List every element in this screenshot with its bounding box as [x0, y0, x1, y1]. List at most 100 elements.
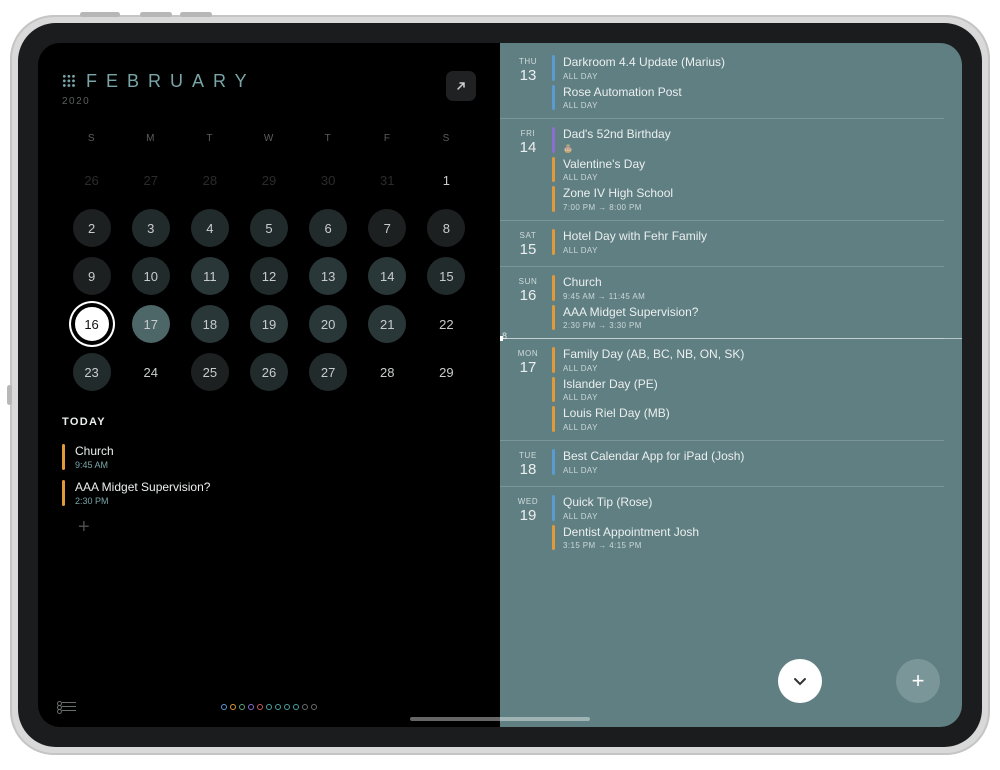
calendar-day[interactable]: 18 — [191, 305, 229, 343]
agenda-day-label[interactable]: THU13 — [512, 55, 544, 110]
calendar-day[interactable]: 6 — [309, 209, 347, 247]
event-color-bar — [552, 495, 555, 521]
add-today-event-button[interactable]: + — [78, 516, 476, 539]
event-title: Church — [75, 444, 114, 458]
calendar-day[interactable]: 26 — [250, 353, 288, 391]
agenda-event[interactable]: Dentist Appointment Josh3:15 PM → 4:15 P… — [552, 525, 944, 551]
calendar-day[interactable]: 20 — [309, 305, 347, 343]
agenda-event[interactable]: Quick Tip (Rose)ALL DAY — [552, 495, 944, 521]
agenda-event[interactable]: Dad's 52nd Birthday🎂 — [552, 127, 944, 153]
agenda-event[interactable]: Islander Day (PE)ALL DAY — [552, 377, 944, 403]
event-time: 2:30 PM — [75, 496, 210, 506]
agenda-event[interactable]: Darkroom 4.4 Update (Marius)ALL DAY — [552, 55, 944, 81]
agenda-day-label[interactable]: WED19 — [512, 495, 544, 550]
agenda-daynum: 13 — [512, 67, 544, 84]
event-title: Church — [563, 275, 645, 291]
agenda-event[interactable]: Louis Riel Day (MB)ALL DAY — [552, 406, 944, 432]
month-title[interactable]: FEBRUARY — [62, 71, 256, 92]
list-view-button[interactable] — [62, 702, 76, 711]
agenda-day-label[interactable]: TUE18 — [512, 449, 544, 478]
agenda-event[interactable]: Zone IV High School7:00 PM → 8:00 PM — [552, 186, 944, 212]
calendar-day[interactable]: 2 — [73, 209, 111, 247]
calendar-day[interactable]: 1 — [427, 161, 465, 199]
calendar-day[interactable]: 30 — [309, 161, 347, 199]
agenda-event[interactable]: Best Calendar App for iPad (Josh)ALL DAY — [552, 449, 944, 475]
agenda-day-label[interactable]: MON17 — [512, 347, 544, 432]
agenda-weekday: TUE — [512, 451, 544, 460]
calendar-day[interactable]: 4 — [191, 209, 229, 247]
event-subtitle: ALL DAY — [563, 173, 645, 182]
home-indicator[interactable] — [410, 717, 590, 721]
agenda-day-label[interactable]: SUN16 — [512, 275, 544, 330]
today-event[interactable]: Church 9:45 AM — [62, 444, 476, 470]
agenda-day-group: THU13 Darkroom 4.4 Update (Marius)ALL DAY… — [500, 43, 944, 118]
calendar-day[interactable]: 21 — [368, 305, 406, 343]
calendar-day[interactable]: 3 — [132, 209, 170, 247]
calendar-filter-dots[interactable] — [221, 704, 317, 710]
calendar-day[interactable]: 15 — [427, 257, 465, 295]
expand-button[interactable] — [446, 71, 476, 101]
event-time: 9:45 AM — [75, 460, 114, 470]
calendar-day[interactable]: 5 — [250, 209, 288, 247]
event-color-bar — [62, 480, 65, 506]
agenda-event-list: Family Day (AB, BC, NB, ON, SK)ALL DAY Is… — [552, 347, 944, 432]
power-button — [80, 12, 120, 17]
agenda-event[interactable]: AAA Midget Supervision?2:30 PM → 3:30 PM — [552, 305, 944, 331]
agenda-day-label[interactable]: SAT15 — [512, 229, 544, 258]
calendar-day[interactable]: 25 — [191, 353, 229, 391]
calendar-day[interactable]: 19 — [250, 305, 288, 343]
weekday-cell: T — [180, 133, 239, 144]
calendar-day[interactable]: 12 — [250, 257, 288, 295]
calendar-day[interactable]: 24 — [132, 353, 170, 391]
today-heading: TODAY — [62, 416, 476, 428]
calendar-day[interactable]: 13 — [309, 257, 347, 295]
chevron-down-icon — [792, 673, 808, 689]
weekday-cell: M — [121, 133, 180, 144]
calendar-day[interactable]: 29 — [427, 353, 465, 391]
calendar-day[interactable]: 22 — [427, 305, 465, 343]
weekday-cell: T — [299, 133, 358, 144]
agenda-event[interactable]: Church9:45 AM → 11:45 AM — [552, 275, 944, 301]
left-footer — [62, 690, 476, 711]
agenda-event[interactable]: Rose Automation PostALL DAY — [552, 85, 944, 111]
event-color-bar — [552, 186, 555, 212]
calendar-day[interactable]: 31 — [368, 161, 406, 199]
calendar-day[interactable]: 27 — [309, 353, 347, 391]
calendar-day[interactable]: 26 — [73, 161, 111, 199]
calendar-day[interactable]: 27 — [132, 161, 170, 199]
agenda-scroll[interactable]: THU13 Darkroom 4.4 Update (Marius)ALL DAY… — [500, 43, 962, 727]
calendar-day[interactable]: 14 — [368, 257, 406, 295]
add-event-button[interactable]: + — [896, 659, 940, 703]
calendar-day[interactable]: 17 — [132, 305, 170, 343]
calendar-day[interactable]: 9 — [73, 257, 111, 295]
volume-down-button — [180, 12, 212, 17]
calendar-day[interactable]: 11 — [191, 257, 229, 295]
agenda-event[interactable]: Family Day (AB, BC, NB, ON, SK)ALL DAY — [552, 347, 944, 373]
agenda-daynum: 16 — [512, 287, 544, 304]
calendar-day[interactable]: 28 — [191, 161, 229, 199]
agenda-weekday: SUN — [512, 277, 544, 286]
today-section: TODAY Church 9:45 AM AAA Midget Supervisio… — [62, 416, 476, 539]
agenda-daynum: 17 — [512, 359, 544, 376]
event-subtitle: ALL DAY — [563, 364, 744, 373]
calendar-day[interactable]: 8 — [427, 209, 465, 247]
calendar-day[interactable]: 16 — [73, 305, 111, 343]
agenda-event[interactable]: Hotel Day with Fehr FamilyALL DAY — [552, 229, 944, 255]
calendar-day[interactable]: 28 — [368, 353, 406, 391]
today-event[interactable]: AAA Midget Supervision?2:30 PM — [62, 480, 476, 506]
agenda-event[interactable]: Valentine's DayALL DAY — [552, 157, 944, 183]
agenda-event-list: Hotel Day with Fehr FamilyALL DAY — [552, 229, 944, 258]
agenda-event-list: Church9:45 AM → 11:45 AM AAA Midget Super… — [552, 275, 944, 330]
calendar-day[interactable]: 7 — [368, 209, 406, 247]
agenda-day-label[interactable]: FRI14 — [512, 127, 544, 212]
calendar-day[interactable]: 10 — [132, 257, 170, 295]
event-subtitle: 3:15 PM → 4:15 PM — [563, 541, 699, 550]
event-subtitle: ALL DAY — [563, 466, 744, 475]
scroll-down-button[interactable] — [778, 659, 822, 703]
calendar-day[interactable]: 23 — [73, 353, 111, 391]
agenda-day-group: SUN16 Church9:45 AM → 11:45 AM AAA Midget … — [500, 266, 944, 338]
ipad-frame: FEBRUARY 2020 SMTWTFS 262728293031123456… — [10, 15, 990, 755]
agenda-weekday: THU — [512, 57, 544, 66]
calendar-day[interactable]: 29 — [250, 161, 288, 199]
agenda-pane[interactable]: THU13 Darkroom 4.4 Update (Marius)ALL DAY… — [500, 43, 962, 727]
